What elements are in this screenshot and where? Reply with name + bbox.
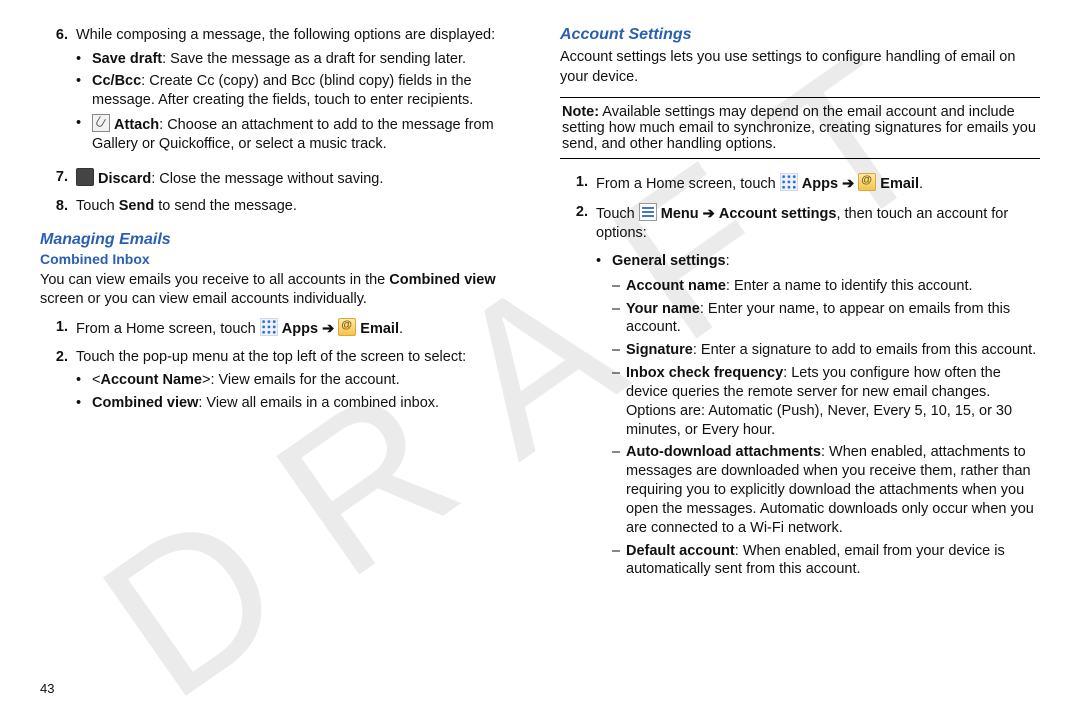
text: You can view emails you receive to all a… <box>40 272 389 288</box>
account-settings-intro: Account settings lets you use settings t… <box>560 48 1040 87</box>
text: : Enter a name to identify this account. <box>726 278 973 294</box>
as-step-1: 1. From a Home screen, touch Apps ➔ Emai… <box>560 173 1040 195</box>
sub-account-name: –Account name: Enter a name to identify … <box>612 277 1040 296</box>
text: : Save the message as a draft for sendin… <box>162 51 466 67</box>
step-number: 2. <box>560 203 596 586</box>
text: Touch <box>76 198 119 214</box>
label: Cc/Bcc <box>92 73 141 89</box>
text: . <box>919 176 923 192</box>
step-number: 1. <box>40 318 76 340</box>
bullet-combined-view: • Combined view: View all emails in a co… <box>76 394 520 413</box>
arrow-icon: ➔ <box>842 176 854 192</box>
arrow-icon: ➔ <box>322 321 334 337</box>
text: Touch <box>596 206 639 222</box>
right-column: Account Settings Account settings lets y… <box>560 26 1040 593</box>
note-box: Note: Available settings may depend on t… <box>560 97 1040 159</box>
label: Combined view <box>92 395 198 411</box>
note-label: Note: <box>562 104 599 120</box>
step-number: 2. <box>40 348 76 419</box>
bullet-account-name: • <Account Name>: View emails for the ac… <box>76 371 520 390</box>
text: From a Home screen, touch <box>76 321 260 337</box>
manual-page: 6. While composing a message, the follow… <box>0 0 1080 613</box>
label: Save draft <box>92 51 162 67</box>
bullet-save-draft: • Save draft: Save the message as a draf… <box>76 50 520 69</box>
apps-label: Apps <box>802 176 838 192</box>
step-8: 8. Touch Send to send the message. <box>40 197 520 217</box>
account-settings-label: Account settings <box>719 206 837 222</box>
label: Inbox check frequency <box>626 365 783 381</box>
apps-icon <box>260 318 278 336</box>
sub-default-account: –Default account: When enabled, email fr… <box>612 542 1040 580</box>
text: Touch the pop-up menu at the top left of… <box>76 349 466 365</box>
label: Your name <box>626 301 700 317</box>
email-label: Email <box>360 321 399 337</box>
sub-signature: –Signature: Enter a signature to add to … <box>612 341 1040 360</box>
label: Discard <box>98 171 151 187</box>
email-icon <box>338 318 356 336</box>
heading-managing-emails: Managing Emails <box>40 231 520 249</box>
label: Combined view <box>389 272 495 288</box>
text: to send the message. <box>154 198 297 214</box>
step-text: While composing a message, the following… <box>76 27 495 43</box>
label: General settings <box>612 253 726 269</box>
text: screen or you can view email accounts in… <box>40 291 367 307</box>
label: Account name <box>626 278 726 294</box>
label: Send <box>119 198 154 214</box>
email-label: Email <box>880 176 919 192</box>
page-number: 43 <box>40 681 54 696</box>
menu-icon <box>639 203 657 221</box>
heading-account-settings: Account Settings <box>560 26 1040 44</box>
label: Account Name <box>100 372 202 388</box>
trash-icon <box>76 168 94 186</box>
apps-label: Apps <box>282 321 318 337</box>
text: . <box>399 321 403 337</box>
label: Auto-download attachments <box>626 444 821 460</box>
text: : Create Cc (copy) and Bcc (blind copy) … <box>92 73 473 108</box>
attach-icon <box>92 114 110 132</box>
arrow-icon: ➔ <box>703 206 715 222</box>
sub-inbox-freq: –Inbox check frequency: Lets you configu… <box>612 364 1040 439</box>
step-number: 1. <box>560 173 596 195</box>
bullet-attach: • Attach: Choose an attachment to add to… <box>76 114 520 154</box>
bullet-general-settings: • General settings: –Account name: Enter… <box>596 252 1040 580</box>
sub-your-name: –Your name: Enter your name, to appear o… <box>612 300 1040 338</box>
email-icon <box>858 173 876 191</box>
ci-step-2: 2. Touch the pop-up menu at the top left… <box>40 348 520 419</box>
step-number: 6. <box>40 26 76 160</box>
sub-auto-download: –Auto-download attachments: When enabled… <box>612 443 1040 537</box>
text: : <box>726 253 730 269</box>
step-6: 6. While composing a message, the follow… <box>40 26 520 160</box>
label: Attach <box>114 117 159 133</box>
left-column: 6. While composing a message, the follow… <box>40 26 520 593</box>
step-7: 7. Discard: Close the message without sa… <box>40 168 520 190</box>
text: From a Home screen, touch <box>596 176 780 192</box>
label: Default account <box>626 543 735 559</box>
apps-icon <box>780 173 798 191</box>
step-number: 8. <box>40 197 76 217</box>
ci-step-1: 1. From a Home screen, touch Apps ➔ Emai… <box>40 318 520 340</box>
text: : View all emails in a combined inbox. <box>198 395 439 411</box>
step-number: 7. <box>40 168 76 190</box>
text: : Close the message without saving. <box>151 171 383 187</box>
text: : View emails for the account. <box>210 372 399 388</box>
combined-inbox-intro: You can view emails you receive to all a… <box>40 271 520 310</box>
label: Signature <box>626 342 693 358</box>
text: : Enter a signature to add to emails fro… <box>693 342 1036 358</box>
as-step-2: 2. Touch Menu ➔ Account settings, then t… <box>560 203 1040 586</box>
menu-label: Menu <box>661 206 699 222</box>
subhead-combined-inbox: Combined Inbox <box>40 251 520 267</box>
bullet-cc-bcc: • Cc/Bcc: Create Cc (copy) and Bcc (blin… <box>76 72 520 110</box>
note-text: Available settings may depend on the ema… <box>562 104 1036 152</box>
